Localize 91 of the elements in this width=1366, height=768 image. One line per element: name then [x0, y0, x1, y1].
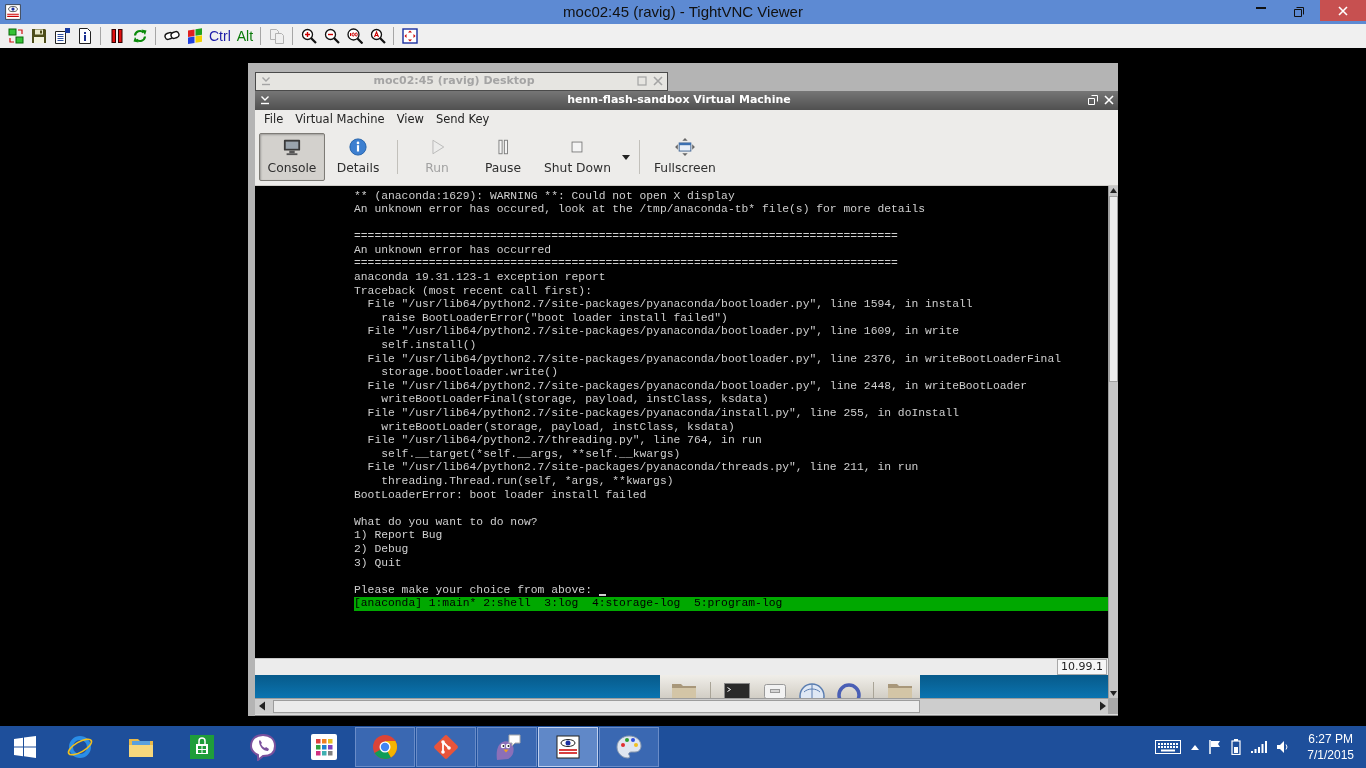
speaker-icon[interactable] — [1277, 741, 1290, 753]
app-grid-icon — [310, 733, 338, 761]
chevron-down-icon[interactable] — [260, 95, 270, 105]
zoom-in-icon — [300, 28, 317, 44]
window-title: henn-flash-sandbox Virtual Machine — [566, 91, 792, 108]
pause-icon — [108, 28, 125, 44]
console-line: An unknown error has occured, look at the /tmp/anaconda-tb* file(s) for more details — [354, 203, 927, 217]
palette-icon — [615, 733, 643, 761]
console-line: anaconda 19.31.123-1 exception report — [354, 271, 607, 285]
windows-logo-icon — [14, 736, 36, 758]
zoom-out-icon — [323, 28, 340, 44]
key-button[interactable]: Ctrl — [206, 25, 234, 47]
fullscreen-icon — [401, 28, 418, 44]
console-line: File "/usr/lib64/python2.7/site-packages/pyanaconda/install.py", line 255, in doInstall — [366, 407, 961, 421]
color-wheel-icon — [371, 733, 399, 761]
battery-icon[interactable] — [1231, 739, 1242, 755]
monitor-icon — [282, 138, 302, 157]
shopping-bag-icon — [188, 733, 216, 761]
console-line: writeBootLoaderFinal(storage, payload, instClass, ksdata) — [380, 393, 770, 407]
window-arrows-icon — [674, 138, 695, 157]
console-line: 1) Report Bug — [354, 529, 444, 543]
taskbar-button[interactable] — [599, 727, 659, 767]
menu-item[interactable]: File — [258, 110, 290, 129]
scrollbar-thumb[interactable] — [273, 699, 920, 713]
console-line: self.__target(*self.__args, **self.__kwargs) — [380, 447, 682, 462]
close-button[interactable] — [1320, 0, 1366, 21]
console-line: File "/usr/lib64/python2.7/site-packages/pyanaconda/bootloader.py", line 1609, in write — [366, 325, 961, 340]
flag-icon[interactable] — [1209, 740, 1222, 754]
info-icon — [348, 138, 368, 157]
planet-icon — [66, 733, 94, 761]
toolbar-button[interactable]: Pause — [470, 133, 536, 181]
restore-icon[interactable] — [1294, 7, 1304, 17]
console-line: ================================================================================ — [354, 230, 899, 244]
keyboard-icon[interactable] — [1155, 740, 1182, 754]
console-line: threading.Thread.run(self, *args, **kwargs) — [380, 474, 675, 489]
menu-item[interactable]: View — [390, 110, 430, 129]
refresh-icon — [131, 28, 148, 44]
console-line: Traceback (most recent call first): — [354, 284, 593, 299]
eye-logo-icon — [554, 733, 582, 761]
arrow-right-icon[interactable] — [1098, 699, 1108, 713]
terminal-status-bar: [anaconda] 1:main* 2:shell 3:log 4:storage-log 5:program-log — [354, 597, 1108, 611]
scrollbar-corner — [1108, 697, 1118, 714]
flag-icon — [186, 28, 203, 44]
console-line: writeBootLoader(storage, payload, instClass, ksdata) — [380, 420, 736, 435]
taskbar-button[interactable] — [477, 727, 537, 767]
console-line: ** (anaconda:1629): WARNING **: Could not open X display — [354, 189, 736, 204]
copy-icon — [268, 28, 285, 44]
console-line: 3) Quit — [354, 556, 403, 571]
toolbar-button[interactable]: Shut Down — [536, 133, 619, 181]
console-line: raise BootLoaderError("boot loader install failed") — [380, 311, 729, 326]
arrow-up-icon[interactable] — [1109, 185, 1118, 195]
console-line: BootLoaderError: boot loader install failed — [354, 488, 648, 503]
console-line: File "/usr/lib64/python2.7/site-packages/pyanaconda/bootloader.py", line 1594, in install — [366, 298, 974, 312]
console-line: File "/usr/lib64/python2.7/site-packages/pyanaconda/threads.py", line 211, in run — [366, 461, 920, 475]
console-line: File "/usr/lib64/python2.7/site-packages/pyanaconda/bootloader.py", line 2448, in writeBootLoader — [366, 379, 1028, 394]
magnifier-icon — [346, 28, 363, 44]
caret-icon — [621, 154, 630, 160]
list-document-icon — [53, 28, 70, 44]
arrow-down-icon[interactable] — [1109, 688, 1118, 698]
taskbar-button[interactable] — [416, 727, 476, 767]
vertical-scrollbar[interactable] — [1108, 185, 1118, 698]
console-line: File "/usr/lib64/python2.7/site-packages/pyanaconda/bootloader.py", line 2376, in writeBootLoaderFinal — [366, 352, 1062, 367]
magnifier-icon — [369, 28, 386, 44]
menu-item[interactable]: Send Key — [429, 110, 496, 129]
console-line: What do you want to do now? — [354, 515, 539, 530]
key-button[interactable]: Alt — [233, 25, 257, 47]
window-title: moc02:45 (ravig) Desktop — [372, 73, 536, 89]
console-line: storage.bootloader.write() — [380, 366, 559, 380]
toolbar-button[interactable]: Details — [325, 133, 391, 181]
clock-date[interactable]: 7/1/2015 — [1307, 747, 1354, 763]
eye-logo-icon — [5, 4, 21, 20]
console-line: File "/usr/lib64/python2.7/threading.py", line 764, in run — [366, 434, 763, 448]
caret-up-icon[interactable] — [1191, 744, 1200, 750]
console-line: ================================================================================ — [354, 257, 899, 272]
toolbar-button[interactable]: Console — [259, 133, 325, 181]
screens-icon — [7, 28, 24, 44]
info-document-icon — [76, 28, 93, 44]
console-line: Please make your choice from above: — [354, 583, 592, 598]
console-line: 2) Debug — [354, 542, 410, 557]
close-icon — [1338, 5, 1348, 16]
taskbar-button[interactable] — [538, 727, 598, 767]
console-line: An unknown error has occurred — [354, 243, 553, 258]
toolbar-button[interactable]: Fullscreen — [645, 133, 724, 181]
console-line: self.install() — [380, 339, 478, 353]
window-title: moc02:45 (ravig) - TightVNC Viewer — [563, 2, 803, 22]
scrollbar-thumb[interactable] — [1109, 195, 1118, 382]
clock-time[interactable]: 6:27 PM — [1308, 731, 1353, 747]
phone-bubble-icon — [249, 733, 277, 761]
address-field: 10.99.1 — [1057, 658, 1107, 675]
signal-icon[interactable] — [1251, 741, 1268, 753]
menu-item[interactable]: Virtual Machine — [289, 110, 391, 129]
